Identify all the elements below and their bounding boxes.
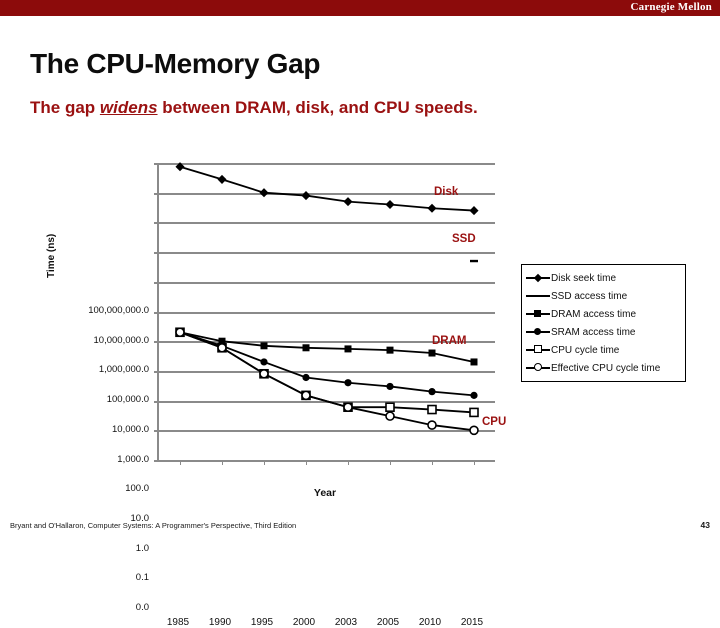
- y-tick-label: 1.0: [135, 543, 149, 554]
- series-plot: [175, 162, 479, 436]
- legend-marker-icon: [525, 270, 551, 286]
- x-tick-label: 2015: [460, 617, 484, 628]
- subtitle-part-after: between DRAM, disk, and CPU speeds.: [157, 98, 478, 117]
- slide-subtitle: The gap widens between DRAM, disk, and C…: [30, 98, 478, 118]
- chart-legend: Disk seek time SSD access time DRAM access…: [521, 264, 686, 382]
- series-marker: [385, 402, 395, 412]
- y-tick-label: 100,000.0: [106, 394, 149, 405]
- legend-marker: [533, 295, 543, 297]
- series-annotation: CPU: [482, 416, 507, 428]
- legend-item[interactable]: Disk seek time: [525, 269, 682, 287]
- legend-marker: [534, 310, 541, 317]
- series-marker: [217, 174, 227, 184]
- legend-label: CPU cycle time: [551, 344, 620, 356]
- footer-citation: Bryant and O'Hallaron, Computer Systems:…: [10, 521, 297, 530]
- series-marker: [260, 342, 268, 350]
- series-marker: [427, 404, 437, 415]
- series-marker: [175, 162, 185, 172]
- y-tick-label: 10,000,000.0: [93, 335, 149, 346]
- y-tick-label: 0.1: [135, 572, 149, 583]
- y-tick-label: 10,000.0: [112, 424, 149, 435]
- legend-marker-icon: [525, 360, 551, 376]
- series-marker: [259, 188, 269, 198]
- series-marker: [259, 368, 269, 379]
- series-marker: [470, 259, 478, 263]
- y-tick-label: 100,000,000.0: [88, 305, 149, 316]
- legend-label: DRAM access time: [551, 308, 637, 320]
- series-marker: [301, 191, 311, 201]
- y-tick-label: 100.0: [125, 483, 149, 494]
- series-marker: [301, 390, 311, 401]
- series-marker: [428, 349, 436, 357]
- x-axis-title: Year: [313, 487, 337, 499]
- series-marker: [343, 197, 353, 207]
- legend-item[interactable]: SRAM access time: [525, 323, 682, 341]
- legend-marker: [534, 328, 541, 335]
- series-marker: [385, 199, 395, 210]
- series-marker: [469, 206, 479, 216]
- y-axis-title: Time (ns): [46, 233, 57, 278]
- series-marker: [386, 382, 394, 391]
- series-marker: [344, 379, 352, 387]
- series-marker: [469, 425, 479, 436]
- series-marker: [470, 391, 478, 399]
- legend-marker-icon: [525, 288, 551, 304]
- legend-label: SRAM access time: [551, 326, 636, 338]
- y-tick-label: 1,000.0: [117, 454, 149, 465]
- legend-item[interactable]: DRAM access time: [525, 305, 682, 323]
- slide-canvas: Carnegie Mellon The CPU-Memory Gap The g…: [0, 0, 720, 628]
- brand-label: Carnegie Mellon: [630, 1, 712, 13]
- y-tick-label: 1,000,000.0: [98, 364, 149, 375]
- series-marker: [386, 346, 394, 354]
- series-marker: [427, 203, 437, 213]
- series-marker: [217, 342, 227, 353]
- series-marker: [470, 358, 478, 366]
- series-marker: [427, 420, 437, 430]
- series-annotation: Disk: [434, 186, 459, 198]
- legend-item[interactable]: CPU cycle time: [525, 341, 682, 359]
- series-marker: [343, 402, 353, 412]
- legend-marker: [534, 363, 542, 371]
- legend-marker: [534, 345, 542, 353]
- legend-marker-icon: [525, 306, 551, 322]
- header-band: Carnegie Mellon: [0, 0, 720, 16]
- series-marker: [260, 358, 268, 366]
- legend-marker: [533, 273, 543, 283]
- legend-label: Effective CPU cycle time: [551, 362, 661, 374]
- page-number: 43: [700, 520, 710, 530]
- series-line: [179, 165, 475, 212]
- page-title: The CPU-Memory Gap: [30, 48, 321, 79]
- series-marker: [428, 388, 436, 396]
- series-annotation: DRAM: [432, 335, 467, 347]
- legend-label: Disk seek time: [551, 272, 617, 284]
- legend-item[interactable]: Effective CPU cycle time: [525, 359, 682, 377]
- series-marker: [302, 373, 310, 382]
- subtitle-part-before: The gap: [30, 98, 100, 117]
- legend-marker-icon: [525, 342, 551, 358]
- series-marker: [469, 407, 479, 418]
- legend-item[interactable]: SSD access time: [525, 287, 682, 305]
- y-tick-label: 0.0: [135, 602, 149, 613]
- legend-marker-icon: [525, 324, 551, 340]
- legend-label: SSD access time: [551, 290, 628, 302]
- plot-area: [154, 162, 495, 465]
- series-marker: [385, 411, 395, 421]
- series-marker: [302, 344, 310, 352]
- subtitle-emphasis: widens: [99, 98, 158, 117]
- series-annotation: SSD: [452, 233, 476, 245]
- series-marker: [344, 345, 352, 353]
- series-marker: [175, 327, 185, 338]
